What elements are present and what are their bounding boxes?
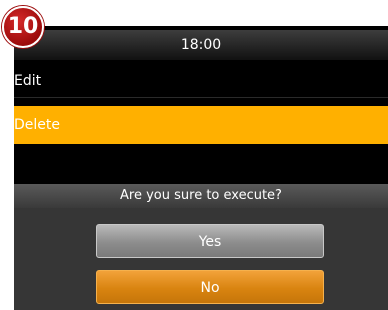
dialog-prompt: Are you sure to execute?	[14, 184, 388, 208]
menu-empty-row	[14, 144, 388, 184]
menu-item-edit[interactable]: Edit	[14, 64, 388, 98]
yes-button[interactable]: Yes	[96, 224, 324, 258]
device-screen: 18:00 Edit Delete Are you sure to execut…	[14, 26, 388, 310]
page: 10 18:00 Edit Delete Are you sure to exe…	[0, 0, 388, 310]
confirm-dialog: Are you sure to execute? Yes No	[14, 184, 388, 310]
status-bar: 18:00	[14, 30, 388, 60]
no-button[interactable]: No	[96, 270, 324, 304]
menu-item-label: Delete	[14, 117, 60, 133]
menu-item-delete[interactable]: Delete	[14, 106, 388, 144]
clock-time: 18:00	[180, 37, 222, 53]
menu-item-label: Edit	[14, 73, 42, 89]
step-number-badge: 10	[2, 6, 44, 48]
